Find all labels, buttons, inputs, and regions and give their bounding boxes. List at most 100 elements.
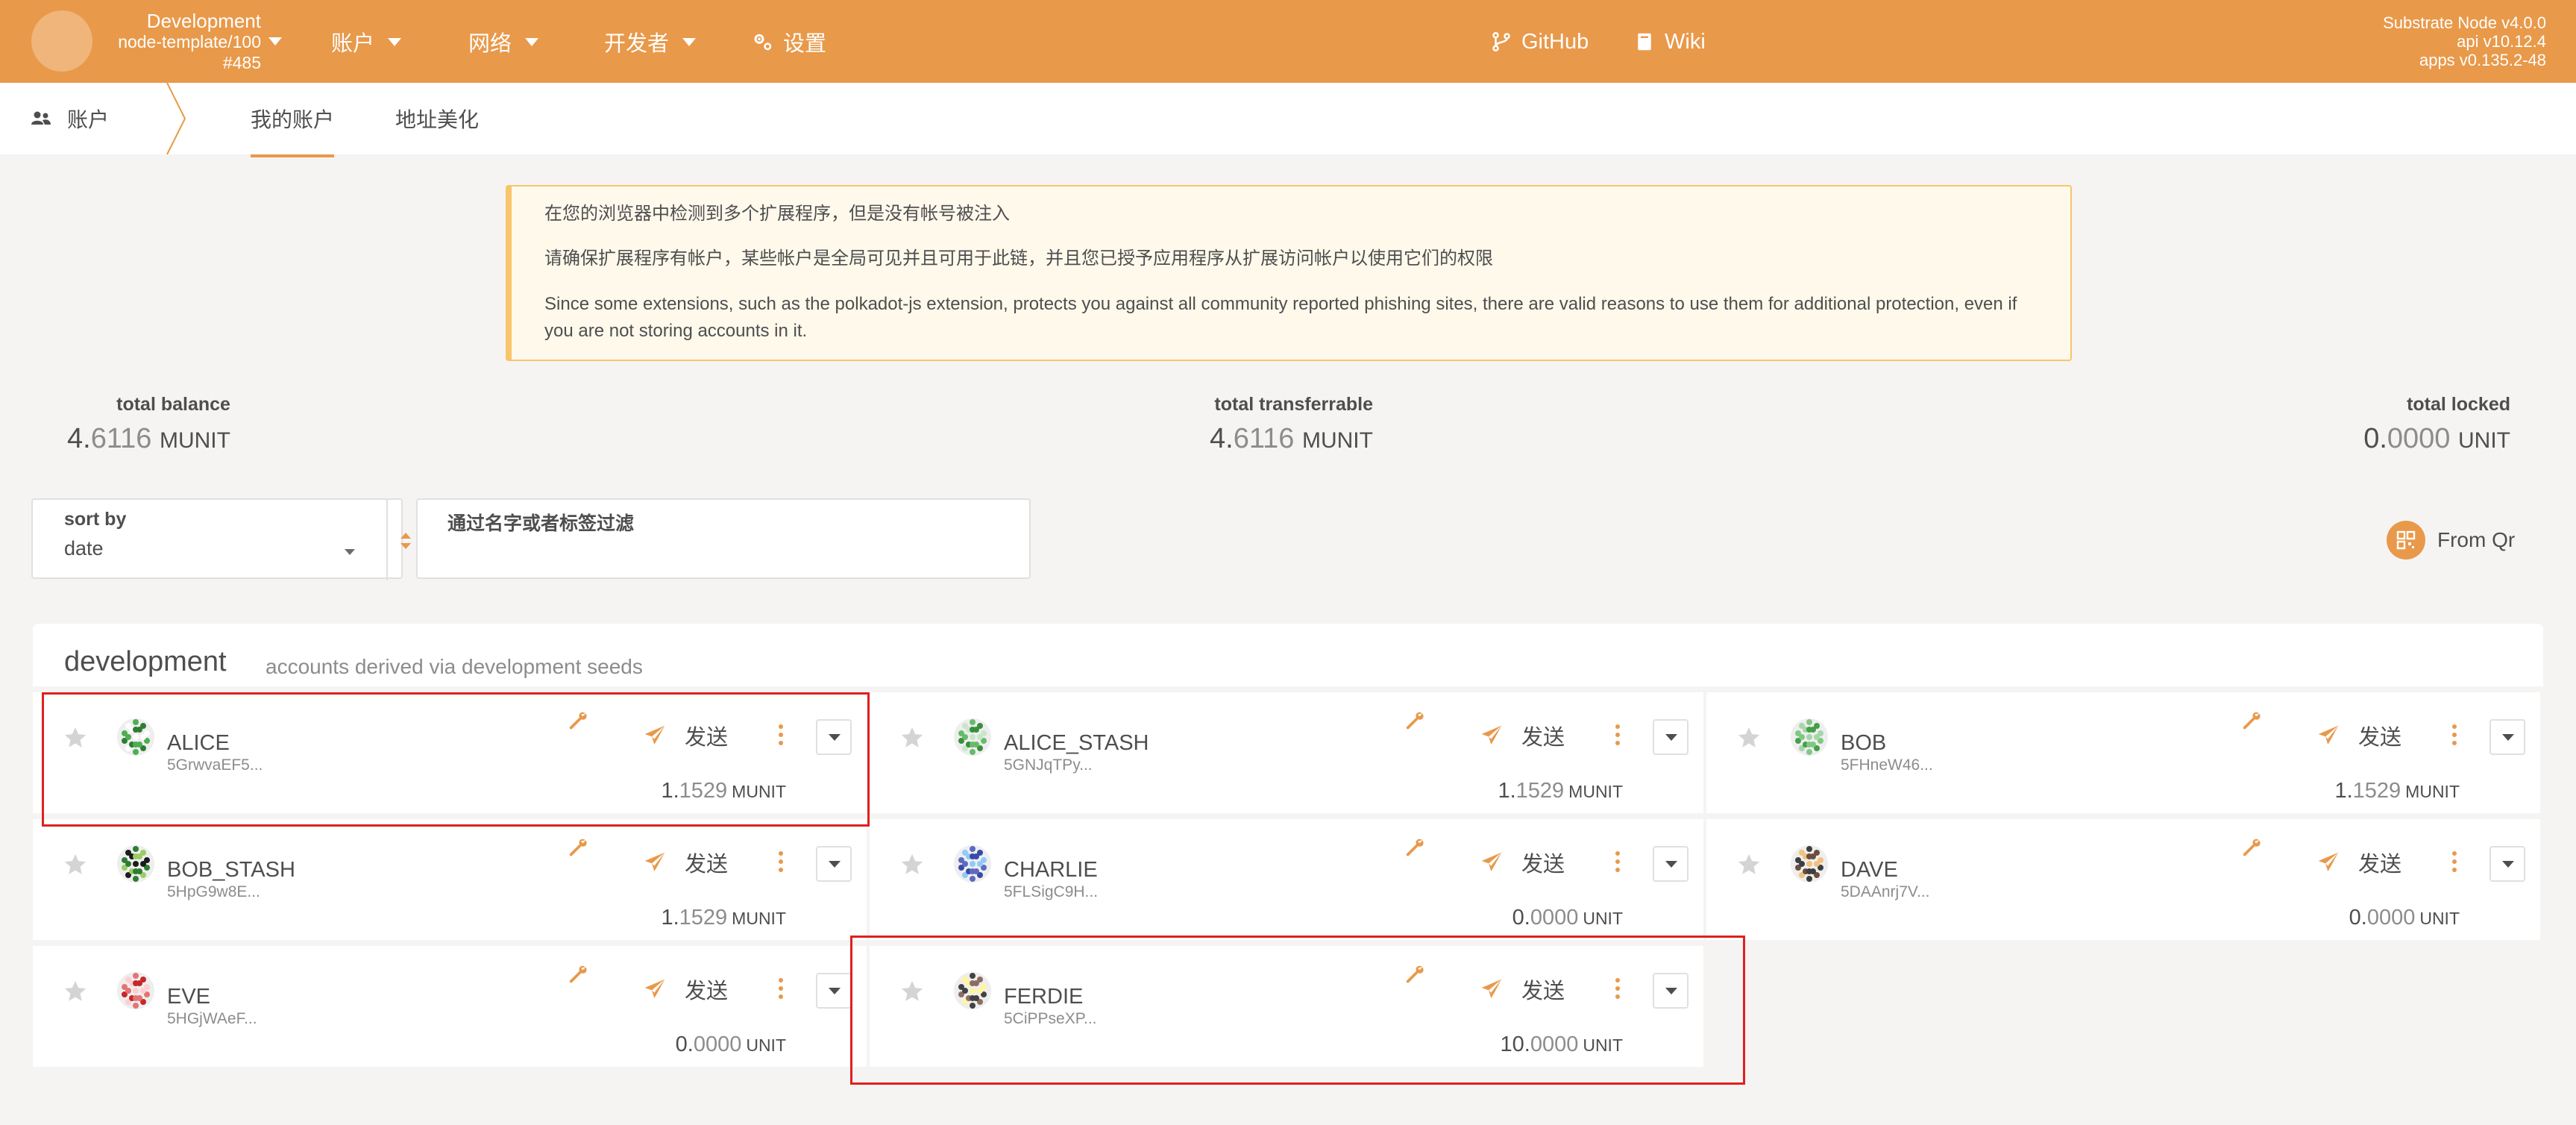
more-options-icon[interactable] (1612, 976, 1623, 1001)
send-button[interactable]: 发送 (1480, 847, 1565, 877)
expand-dropdown-button[interactable] (1653, 973, 1688, 1009)
account-address[interactable]: 5FHneW46... (1841, 756, 1933, 774)
more-options-icon[interactable] (2449, 849, 2460, 874)
identicon-icon[interactable] (1790, 844, 1829, 883)
nav-settings[interactable]: 设置 (752, 27, 826, 57)
expand-dropdown-button[interactable] (2489, 846, 2525, 882)
more-options-icon[interactable] (776, 722, 786, 748)
sort-order-icon[interactable] (398, 530, 413, 552)
send-button[interactable]: 发送 (643, 721, 728, 750)
star-icon[interactable] (63, 852, 88, 877)
summary-label: total transferrable (1214, 394, 1373, 415)
identicon-icon[interactable] (1790, 718, 1829, 756)
expand-dropdown-button[interactable] (816, 973, 852, 1009)
star-icon[interactable] (1736, 852, 1762, 877)
star-icon[interactable] (899, 852, 925, 877)
wrench-icon[interactable] (1404, 962, 1426, 985)
nav-settings-label: 设置 (783, 32, 827, 56)
nav-network[interactable]: 网络 (468, 27, 539, 57)
account-address[interactable]: 5HpG9w8E... (167, 883, 260, 901)
wrench-icon[interactable] (567, 962, 589, 985)
more-options-icon[interactable] (776, 849, 786, 874)
paper-plane-icon (2318, 852, 2339, 871)
expand-dropdown-button[interactable] (1653, 846, 1688, 882)
account-address[interactable]: 5GNJqTPy... (1004, 756, 1093, 774)
filter-input[interactable] (446, 537, 998, 567)
identicon-icon[interactable] (116, 844, 155, 883)
identicon-icon[interactable] (953, 718, 992, 756)
from-qr-button[interactable]: From Qr (2387, 521, 2515, 560)
more-options-icon[interactable] (1612, 849, 1623, 874)
balance-dec: 1529 (1515, 779, 1565, 803)
chain-logo[interactable] (31, 10, 92, 72)
identicon-icon[interactable] (953, 844, 992, 883)
extension-warning: 在您的浏览器中检测到多个扩展程序，但是没有帐号被注入 请确保扩展程序有帐户，某些… (506, 185, 2072, 361)
balance-int: 0. (1512, 906, 1530, 930)
account-balance: 1.1529 MUNIT (661, 779, 786, 803)
star-icon[interactable] (63, 725, 88, 750)
summary-total-locked: total locked 0.0000 UNIT (2363, 394, 2510, 455)
more-options-icon[interactable] (1612, 722, 1623, 748)
expand-dropdown-button[interactable] (816, 846, 852, 882)
star-icon[interactable] (899, 979, 925, 1004)
balance-dec: 0000 (1530, 1032, 1579, 1056)
star-icon[interactable] (1736, 725, 1762, 750)
warning-line: 请确保扩展程序有帐户，某些帐户是全局可见并且可用于此链，并且您已授予应用程序从扩… (544, 248, 1493, 269)
account-address[interactable]: 5DAAnrj7V... (1841, 883, 1929, 901)
nav-developer[interactable]: 开发者 (604, 27, 697, 57)
wrench-icon[interactable] (567, 836, 589, 858)
send-button[interactable]: 发送 (1480, 974, 1565, 1004)
nav-accounts[interactable]: 账户 (331, 27, 402, 57)
send-button[interactable]: 发送 (2316, 847, 2401, 877)
sort-dropdown[interactable]: sort by date (31, 498, 411, 580)
star-icon[interactable] (63, 979, 88, 1004)
summary-label: total balance (116, 394, 230, 415)
api-version: api v10.12.4 (2457, 32, 2546, 51)
send-button[interactable]: 发送 (1480, 721, 1565, 750)
chain-selector[interactable]: Development node-template/100 #485 (97, 10, 261, 73)
wrench-icon[interactable] (2240, 836, 2263, 858)
account-name: ALICE_STASH (1004, 731, 1149, 755)
balance-unit: MUNIT (732, 909, 786, 928)
identicon-icon[interactable] (116, 718, 155, 756)
send-button[interactable]: 发送 (2316, 721, 2401, 750)
account-address[interactable]: 5CiPPseXP... (1004, 1010, 1097, 1028)
balance-unit: MUNIT (1568, 782, 1623, 801)
wrench-icon[interactable] (2240, 709, 2263, 731)
filter-input-box[interactable]: 通过名字或者标签过滤 (416, 498, 1031, 579)
wrench-icon[interactable] (1404, 709, 1426, 731)
qr-icon (2387, 521, 2425, 560)
account-address[interactable]: 5FLSigC9H... (1004, 883, 1098, 901)
account-address[interactable]: 5HGjWAeF... (167, 1010, 257, 1028)
star-icon[interactable] (899, 725, 925, 750)
send-button[interactable]: 发送 (643, 847, 728, 877)
wrench-icon[interactable] (1404, 836, 1426, 858)
wrench-icon[interactable] (567, 709, 589, 731)
tab-my-accounts[interactable]: 我的账户 (251, 104, 335, 157)
send-button[interactable]: 发送 (643, 974, 728, 1004)
balance-unit: UNIT (1583, 909, 1623, 928)
account-card: CHARLIE 5FLSigC9H... 发送 0.0000 UNIT (870, 819, 1703, 940)
account-name: FERDIE (1004, 985, 1084, 1009)
account-address[interactable]: 5GrwvaEF5... (167, 756, 263, 774)
tab-vanity[interactable]: 地址美化 (395, 104, 479, 134)
value-dec: 6116 (1233, 423, 1295, 454)
expand-dropdown-button[interactable] (1653, 719, 1688, 755)
balance-int: 0. (2349, 906, 2367, 930)
expand-dropdown-button[interactable] (2489, 719, 2525, 755)
chevron-down-icon[interactable] (268, 37, 282, 46)
balance-dec: 1529 (2352, 779, 2401, 803)
expand-dropdown-button[interactable] (816, 719, 852, 755)
paper-plane-icon (1481, 979, 1502, 998)
send-label: 发送 (2358, 726, 2402, 750)
paper-plane-icon (644, 852, 665, 871)
send-label: 发送 (2358, 853, 2402, 877)
identicon-icon[interactable] (953, 971, 992, 1010)
chevron-down-icon (345, 549, 355, 555)
wiki-link[interactable]: Wiki (1633, 27, 1706, 57)
more-options-icon[interactable] (776, 976, 786, 1001)
balance-int: 1. (1498, 779, 1516, 803)
identicon-icon[interactable] (116, 971, 155, 1010)
github-link[interactable]: GitHub (1490, 27, 1589, 57)
more-options-icon[interactable] (2449, 722, 2460, 748)
